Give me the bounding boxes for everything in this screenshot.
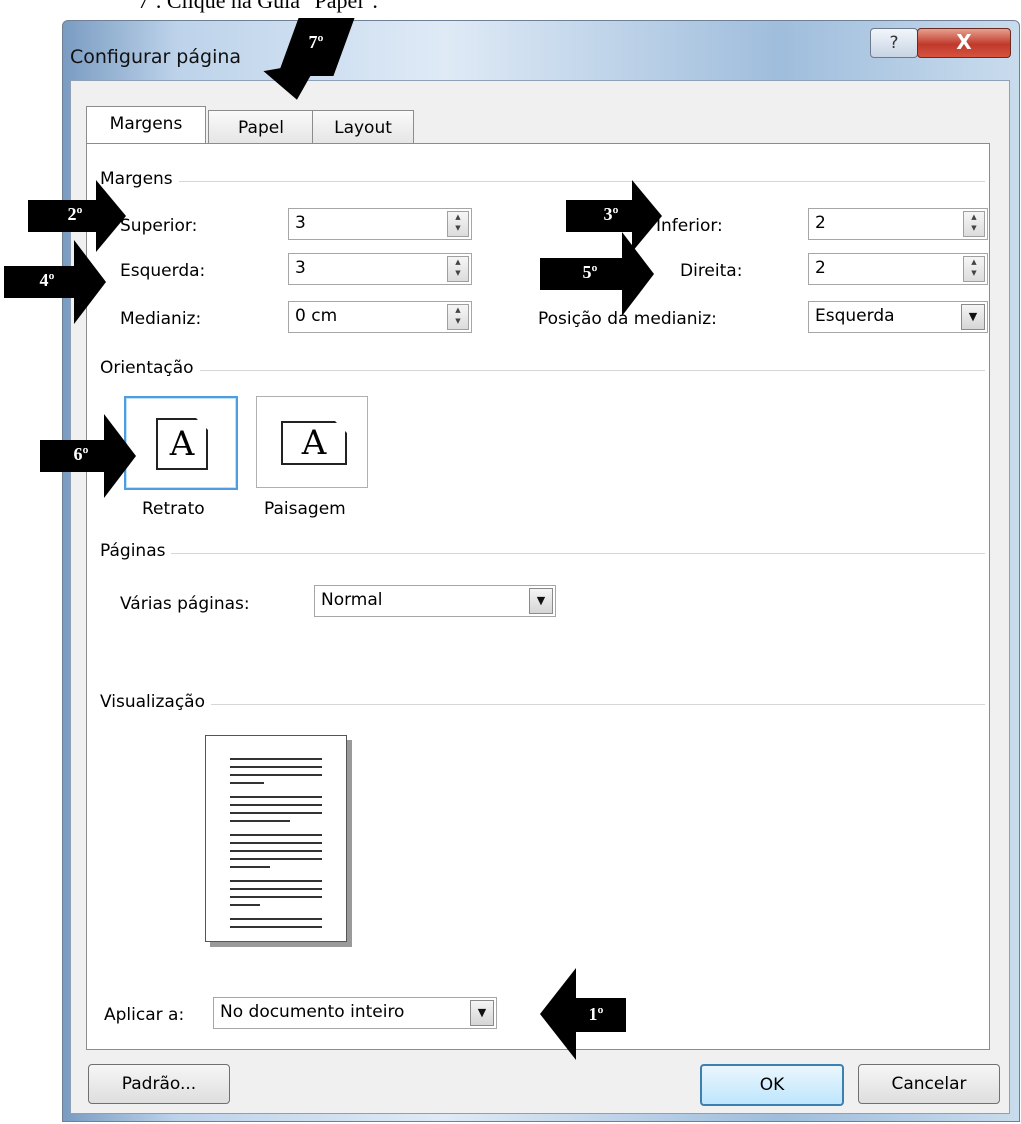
- esquerda-spinner[interactable]: 3 ▲ ▼: [288, 253, 472, 285]
- esquerda-label: Esquerda:: [120, 261, 206, 281]
- preview-group-label: Visualização: [100, 692, 211, 712]
- apply-to-label: Aplicar a:: [104, 1005, 185, 1025]
- landscape-page-icon: A: [281, 421, 347, 465]
- step-1-arrow: 1º: [540, 968, 626, 1060]
- close-button[interactable]: X: [917, 28, 1011, 58]
- step-2-label: 2º: [67, 204, 83, 224]
- multiple-pages-label: Várias páginas:: [120, 594, 250, 614]
- inferior-spinner[interactable]: 2 ▲ ▼: [808, 208, 988, 240]
- page-preview: [205, 735, 347, 942]
- superior-label: Superior:: [120, 216, 198, 236]
- step-3-label: 3º: [603, 204, 619, 224]
- ok-button[interactable]: OK: [700, 1064, 844, 1106]
- esquerda-value: 3: [295, 258, 306, 278]
- portrait-page-icon: A: [156, 418, 208, 470]
- posicao-medianiz-select[interactable]: Esquerda ▼: [808, 301, 988, 333]
- direita-value: 2: [815, 258, 826, 278]
- portrait-option[interactable]: A: [124, 396, 238, 490]
- tab-margens[interactable]: Margens: [86, 106, 206, 145]
- step-6-label: 6º: [73, 444, 89, 464]
- preview-group-divider: [100, 704, 985, 705]
- spin-arrows-icon[interactable]: ▲ ▼: [447, 256, 469, 282]
- spin-arrows-icon[interactable]: ▲ ▼: [447, 211, 469, 237]
- step-6-arrow: 6º: [40, 414, 140, 498]
- step-7-label: 7º: [308, 32, 324, 52]
- medianiz-value: 0 cm: [295, 306, 338, 326]
- multiple-pages-value: Normal: [321, 590, 383, 610]
- chevron-down-icon[interactable]: ▼: [470, 1000, 494, 1026]
- posicao-medianiz-value: Esquerda: [815, 306, 895, 326]
- step-5-arrow: 5º: [540, 232, 660, 318]
- apply-to-select[interactable]: No documento inteiro ▼: [213, 997, 497, 1029]
- direita-spinner[interactable]: 2 ▲ ▼: [808, 253, 988, 285]
- medianiz-spinner[interactable]: 0 cm ▲ ▼: [288, 301, 472, 333]
- spin-arrows-icon[interactable]: ▲ ▼: [963, 256, 985, 282]
- orientation-group-divider: [100, 370, 985, 371]
- step-5-label: 5º: [582, 262, 598, 282]
- landscape-option[interactable]: A: [256, 396, 368, 488]
- step-4-arrow: 4º: [4, 240, 108, 324]
- step-7-arrow: 7º: [250, 0, 370, 110]
- direita-label: Direita:: [680, 261, 743, 281]
- inferior-label: Inferior:: [656, 216, 723, 236]
- help-button[interactable]: ?: [870, 28, 918, 58]
- pages-group-divider: [100, 553, 985, 554]
- pages-group-label: Páginas: [100, 541, 172, 561]
- spin-arrows-icon[interactable]: ▲ ▼: [963, 211, 985, 237]
- step-4-label: 4º: [39, 270, 55, 290]
- apply-to-value: No documento inteiro: [220, 1002, 405, 1022]
- cancel-button[interactable]: Cancelar: [858, 1064, 1000, 1104]
- margins-group-divider: [100, 181, 985, 182]
- spin-arrows-icon[interactable]: ▲ ▼: [447, 304, 469, 330]
- inferior-value: 2: [815, 213, 826, 233]
- medianiz-label: Medianiz:: [120, 309, 202, 329]
- superior-spinner[interactable]: 3 ▲ ▼: [288, 208, 472, 240]
- superior-value: 3: [295, 213, 306, 233]
- tab-papel[interactable]: Papel: [208, 110, 314, 145]
- orientation-group-label: Orientação: [100, 358, 200, 378]
- chevron-down-icon[interactable]: ▼: [961, 304, 985, 330]
- dialog-title: Configurar página: [70, 46, 242, 68]
- multiple-pages-select[interactable]: Normal ▼: [314, 585, 556, 617]
- chevron-down-icon[interactable]: ▼: [529, 588, 553, 614]
- default-button[interactable]: Padrão...: [88, 1064, 230, 1104]
- step-1-label: 1º: [588, 1004, 604, 1024]
- tab-layout[interactable]: Layout: [312, 110, 414, 145]
- landscape-label: Paisagem: [264, 499, 346, 519]
- portrait-label: Retrato: [142, 499, 205, 519]
